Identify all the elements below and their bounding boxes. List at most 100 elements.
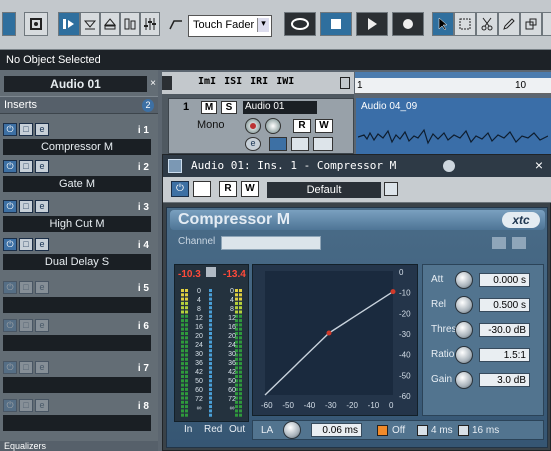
- stop-button[interactable]: [320, 12, 352, 36]
- threshold-point[interactable]: [326, 330, 332, 336]
- insert-bypass-button[interactable]: ⏻: [3, 238, 17, 251]
- plugin-write-button[interactable]: W: [241, 181, 259, 197]
- write-automation-button[interactable]: W: [315, 119, 333, 133]
- channel-close-icon[interactable]: ×: [148, 78, 158, 90]
- read-automation-button[interactable]: R: [293, 119, 311, 133]
- window-menu-icon[interactable]: [168, 159, 182, 173]
- meter-reset-button[interactable]: [206, 267, 216, 277]
- attack-knob[interactable]: [455, 271, 473, 289]
- more-tools-button[interactable]: [542, 12, 551, 36]
- show-overview-button[interactable]: [100, 12, 120, 36]
- insert-edit-button[interactable]: □: [19, 123, 33, 136]
- draw-tool[interactable]: [498, 12, 520, 36]
- pool-button[interactable]: [120, 12, 140, 36]
- channel-name[interactable]: Audio 01: [4, 76, 147, 92]
- toolbar-handle[interactable]: [2, 12, 16, 36]
- release-value[interactable]: 0.500 s: [479, 298, 530, 312]
- la-16ms-checkbox[interactable]: [458, 425, 469, 436]
- insert-bypass-button[interactable]: ⏻: [3, 123, 17, 136]
- insert-edit-button[interactable]: □: [19, 200, 33, 213]
- insert-slot-plugin-name[interactable]: [3, 335, 151, 351]
- insert-slot-6[interactable]: ⏻ □ e i 6: [0, 318, 158, 354]
- copy-icon[interactable]: [492, 237, 506, 249]
- object-selection-tool[interactable]: [432, 12, 454, 36]
- insert-bypass-button[interactable]: ⏻: [3, 399, 17, 412]
- insert-slot-8[interactable]: ⏻ □ e i 8: [0, 398, 158, 434]
- preset-selector[interactable]: Default: [267, 182, 381, 198]
- insert-slot-5[interactable]: ⏻ □ e i 5: [0, 280, 158, 316]
- cycle-button[interactable]: [284, 12, 316, 36]
- release-knob[interactable]: [455, 296, 473, 314]
- automation-mode-select[interactable]: Touch Fader ▾: [188, 15, 272, 37]
- insert-e-button[interactable]: e: [35, 281, 49, 294]
- show-inspector-button[interactable]: [58, 12, 80, 36]
- record-button[interactable]: [392, 12, 424, 36]
- ratio-knob[interactable]: [455, 346, 473, 364]
- mute-button[interactable]: M: [201, 101, 217, 114]
- insert-edit-button[interactable]: □: [19, 319, 33, 332]
- insert-slot-2[interactable]: ⏻ □ e i 2 Gate M: [0, 159, 158, 195]
- insert-bypass-button[interactable]: ⏻: [3, 281, 17, 294]
- inserts-section-header[interactable]: Inserts 2: [0, 96, 158, 114]
- insert-slot-plugin-name[interactable]: [3, 415, 151, 431]
- glue-tool[interactable]: [520, 12, 542, 36]
- insert-edit-button[interactable]: □: [19, 281, 33, 294]
- solo-button[interactable]: S: [221, 101, 237, 114]
- freeze-button[interactable]: [313, 137, 333, 151]
- la-off-checkbox[interactable]: [377, 425, 388, 436]
- insert-edit-button[interactable]: □: [19, 399, 33, 412]
- save-preset-icon[interactable]: [384, 182, 398, 196]
- insert-slot-plugin-name[interactable]: [3, 377, 151, 393]
- la-knob[interactable]: [283, 421, 301, 439]
- show-event-infoline-button[interactable]: [80, 12, 100, 36]
- ratio-value[interactable]: 1.5:1: [479, 348, 530, 362]
- show-read-lane[interactable]: IRI: [250, 76, 268, 87]
- insert-slot-3[interactable]: ⏻ □ e i 3 High Cut M: [0, 199, 158, 235]
- show-write-lane[interactable]: IWI: [276, 76, 294, 87]
- automation-icon-button[interactable]: [166, 12, 186, 36]
- insert-edit-button[interactable]: □: [19, 361, 33, 374]
- insert-edit-button[interactable]: □: [19, 160, 33, 173]
- plugin-title-bar[interactable]: Audio 01: Ins. 1 - Compressor M ×: [163, 155, 551, 177]
- insert-e-button[interactable]: e: [35, 319, 49, 332]
- channel-field[interactable]: [221, 236, 321, 250]
- play-button[interactable]: [356, 12, 388, 36]
- track-list-toggle[interactable]: [340, 77, 350, 89]
- insert-e-button[interactable]: e: [35, 361, 49, 374]
- track-audio-01[interactable]: 1 M S Audio 01 Mono R W e: [168, 98, 354, 154]
- gain-value[interactable]: 3.0 dB: [479, 373, 530, 387]
- insert-e-button[interactable]: e: [35, 238, 49, 251]
- insert-slot-7[interactable]: ⏻ □ e i 7: [0, 360, 158, 396]
- insert-bypass-button[interactable]: ⏻: [3, 200, 17, 213]
- plugin-close-icon[interactable]: ×: [535, 157, 543, 173]
- insert-edit-button[interactable]: □: [19, 238, 33, 251]
- gain-knob[interactable]: [455, 371, 473, 389]
- show-mute-lane[interactable]: ImI: [198, 76, 216, 87]
- insert-bypass-button[interactable]: ⏻: [3, 361, 17, 374]
- insert-slot-4[interactable]: ⏻ □ e i 4 Dual Delay S: [0, 237, 158, 273]
- record-enable-button[interactable]: [245, 118, 261, 134]
- plugin-bypass-button[interactable]: ⏻: [171, 181, 189, 197]
- insert-e-button[interactable]: e: [35, 200, 49, 213]
- track-name-field[interactable]: Audio 01: [243, 101, 317, 114]
- pin-icon[interactable]: [512, 237, 526, 249]
- attack-value[interactable]: 0.000 s: [479, 273, 530, 287]
- loop-range-bar[interactable]: [355, 72, 551, 78]
- insert-slot-plugin-name[interactable]: Compressor M: [3, 139, 151, 155]
- track-list-menu[interactable]: [162, 76, 172, 90]
- ceiling-point[interactable]: [390, 289, 396, 295]
- insert-bypass-button[interactable]: ⏻: [3, 160, 17, 173]
- window-options-icon[interactable]: [443, 160, 455, 172]
- threshold-knob[interactable]: [455, 321, 473, 339]
- insert-slot-plugin-name[interactable]: Gate M: [3, 176, 151, 192]
- range-selection-tool[interactable]: [454, 12, 476, 36]
- la-value[interactable]: 0.06 ms: [311, 423, 362, 437]
- insert-slot-plugin-name[interactable]: High Cut M: [3, 216, 151, 232]
- show-solo-lane[interactable]: ISI: [224, 76, 242, 87]
- insert-bypass-button[interactable]: ⏻: [3, 319, 17, 332]
- plugin-read-button[interactable]: R: [219, 181, 237, 197]
- plugin-edit-button[interactable]: [193, 181, 211, 197]
- insert-slot-plugin-name[interactable]: Dual Delay S: [3, 254, 151, 270]
- insert-slot-1[interactable]: ⏻ □ e i 1 Compressor M: [0, 122, 158, 158]
- insert-slot-plugin-name[interactable]: [3, 297, 151, 313]
